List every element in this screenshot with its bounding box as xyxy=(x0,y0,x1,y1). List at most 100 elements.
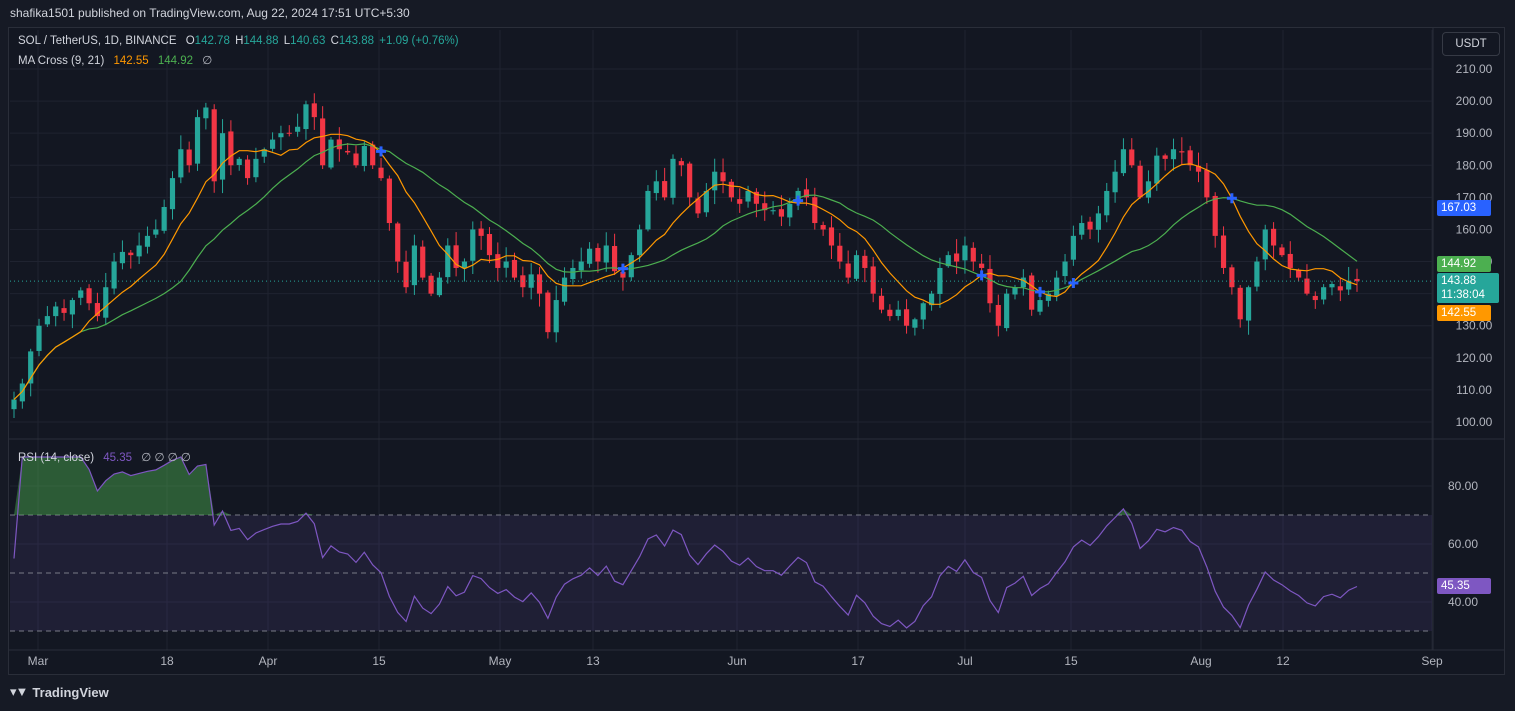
time-tick-label: May xyxy=(489,654,512,668)
candle-body xyxy=(11,399,17,410)
symbol-label[interactable]: SOL / TetherUS, 1D, BINANCE xyxy=(18,35,177,47)
candle-body xyxy=(878,295,885,310)
ma-slow-badge: 144.92 xyxy=(1437,256,1491,272)
candle-body xyxy=(687,163,693,198)
ma-cross-marker xyxy=(1035,286,1046,297)
candle-body xyxy=(186,149,192,166)
candle-body xyxy=(603,245,609,263)
candle-body xyxy=(828,227,835,246)
time-tick-label: 13 xyxy=(586,654,600,668)
candle-body xyxy=(44,316,50,325)
last-price-badge: 143.88 11:38:04 xyxy=(1437,273,1499,303)
price-tick-label: 110.00 xyxy=(1456,383,1492,397)
time-tick-label: 15 xyxy=(372,654,386,668)
candle-body xyxy=(36,325,42,351)
candle-body xyxy=(1262,229,1268,260)
rsi-tick-label: 40.00 xyxy=(1448,595,1478,609)
candle-body xyxy=(370,144,376,166)
candle-body xyxy=(445,245,451,278)
candle-body xyxy=(311,103,317,118)
candle-body xyxy=(1095,213,1101,230)
candle-body xyxy=(1220,235,1227,268)
candle-body xyxy=(586,248,593,264)
rsi-tick-label: 80.00 xyxy=(1448,479,1478,493)
candle-body xyxy=(1120,149,1127,174)
ma-cross-marker xyxy=(1226,193,1237,204)
candle-body xyxy=(345,150,351,153)
candle-body xyxy=(812,197,818,224)
candle-body xyxy=(1112,171,1118,193)
candle-body xyxy=(436,277,443,296)
candle-body xyxy=(211,109,217,182)
candle-body xyxy=(837,245,843,262)
candle-body xyxy=(278,133,284,138)
candle-body xyxy=(895,309,901,316)
candle-body xyxy=(136,245,142,257)
candle-body xyxy=(511,259,518,278)
candle-body xyxy=(678,161,684,166)
open-label: O xyxy=(185,35,195,47)
currency-button[interactable]: USDT xyxy=(1442,32,1500,56)
candle-body xyxy=(1179,151,1185,153)
candle-body xyxy=(244,159,251,179)
ma-fast-value: 142.55 xyxy=(113,55,149,67)
candle-body xyxy=(270,139,276,149)
candle-body xyxy=(144,235,151,247)
tradingview-brand[interactable]: ▾▼ TradingView xyxy=(10,684,109,700)
candle-body xyxy=(1062,261,1068,277)
candle-body xyxy=(979,263,985,268)
candle-body xyxy=(169,178,176,210)
rsi-value-badge: 45.35 xyxy=(1437,578,1491,594)
candle-body xyxy=(1037,300,1043,312)
candle-body xyxy=(153,229,159,235)
candle-body xyxy=(962,245,968,261)
candle-body xyxy=(920,303,926,320)
chart-canvas[interactable]: 210.00200.00190.00180.00170.00160.00150.… xyxy=(0,0,1515,711)
candle-body xyxy=(228,131,234,166)
rsi-legend[interactable]: RSI (14, close) 45.35 ∅ ∅ ∅ ∅ xyxy=(18,450,191,464)
time-tick-label: 12 xyxy=(1276,654,1290,668)
ma-legend[interactable]: MA Cross (9, 21) 142.55 144.92 ∅ xyxy=(18,53,212,67)
candle-body xyxy=(903,309,910,326)
price-legend: SOL / TetherUS, 1D, BINANCE O142.78 H144… xyxy=(18,35,459,47)
candle-body xyxy=(203,107,209,119)
candle-body xyxy=(637,229,643,256)
candle-body xyxy=(912,319,918,328)
candle-body xyxy=(103,287,109,318)
candle-body xyxy=(1012,287,1018,295)
low-value: 140.63 xyxy=(290,35,326,47)
candle-body xyxy=(970,247,976,262)
candle-body xyxy=(703,190,709,213)
candle-body xyxy=(1129,149,1135,166)
candle-body xyxy=(378,167,384,179)
price-tick-label: 120.00 xyxy=(1456,351,1493,365)
time-tick-label: 15 xyxy=(1064,654,1078,668)
candle-body xyxy=(578,261,584,271)
candle-body xyxy=(1279,247,1285,256)
candle-body xyxy=(478,228,484,236)
candle-body xyxy=(528,274,534,288)
candle-body xyxy=(1070,235,1076,260)
candle-body xyxy=(336,139,342,150)
candle-body xyxy=(595,247,601,262)
time-tick-label: Mar xyxy=(28,654,49,668)
candle-body xyxy=(303,104,309,130)
last-price-value: 143.88 xyxy=(1441,275,1477,287)
time-tick-label: 18 xyxy=(160,654,174,668)
candle-body xyxy=(853,255,860,279)
candle-body xyxy=(1329,284,1335,288)
candle-body xyxy=(1287,253,1293,268)
candle-body xyxy=(1020,277,1026,288)
candle-body xyxy=(353,153,359,166)
candle-body xyxy=(320,118,326,166)
candle-body xyxy=(428,275,434,294)
ma-cross-marker xyxy=(617,263,628,274)
candle-body xyxy=(69,300,75,315)
candle-body xyxy=(662,181,668,198)
price-tick-label: 180.00 xyxy=(1456,158,1493,172)
candle-body xyxy=(1312,295,1318,301)
time-tick-label: 17 xyxy=(851,654,865,668)
candle-body xyxy=(1162,155,1168,159)
candle-body xyxy=(778,209,785,217)
price-tick-label: 100.00 xyxy=(1456,415,1493,429)
